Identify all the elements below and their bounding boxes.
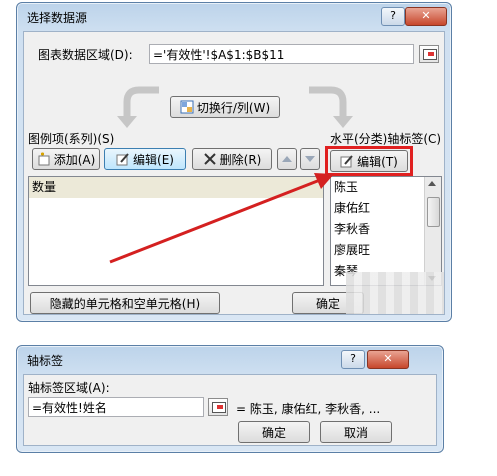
close-button[interactable]: ✕ bbox=[367, 350, 409, 369]
axis-range-input[interactable]: =有效性!姓名 bbox=[28, 397, 204, 417]
collapse-dialog-icon[interactable] bbox=[208, 398, 228, 416]
dialog-title: 轴标签 bbox=[27, 354, 64, 368]
help-button[interactable]: ? bbox=[341, 350, 365, 369]
ok-button[interactable]: 确定 bbox=[238, 421, 310, 443]
cancel-button-label: 取消 bbox=[343, 425, 368, 440]
dialog-title-bar[interactable]: 轴标签 ? ✕ bbox=[17, 346, 443, 372]
cancel-button[interactable]: 取消 bbox=[320, 421, 392, 443]
axis-range-preview: = 陈玉, 康佑红, 李秋香, ... bbox=[236, 402, 381, 416]
axis-range-label: 轴标签区域(A): bbox=[28, 381, 110, 395]
axis-labels-dialog: 轴标签 ? ✕ 轴标签区域(A): =有效性!姓名 = 陈玉, 康佑红, 李秋香… bbox=[16, 345, 444, 453]
dialog-body: 轴标签区域(A): =有效性!姓名 = 陈玉, 康佑红, 李秋香, ... 确定… bbox=[23, 374, 437, 446]
ok-button-label: 确定 bbox=[261, 425, 286, 440]
